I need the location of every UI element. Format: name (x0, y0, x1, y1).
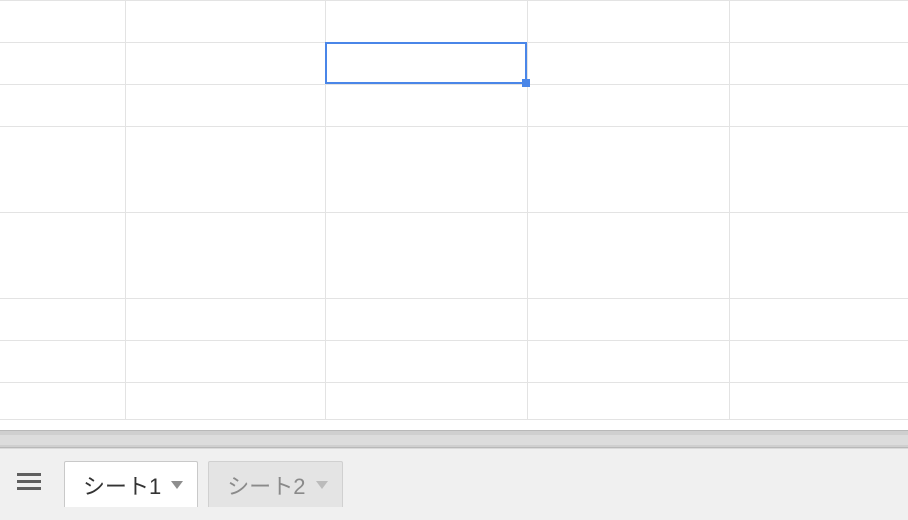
grid-row[interactable] (0, 340, 908, 382)
sheet-tab-1[interactable]: シート1 (64, 461, 198, 507)
grid-row[interactable] (0, 126, 908, 212)
grid-row[interactable] (0, 84, 908, 126)
caret-down-icon[interactable] (171, 481, 183, 489)
all-sheets-button[interactable] (4, 461, 54, 507)
grid-row[interactable] (0, 382, 908, 420)
grid-row[interactable] (0, 0, 908, 42)
sheet-tab-label: シート1 (83, 469, 161, 501)
spreadsheet-grid[interactable] (0, 0, 908, 420)
caret-down-icon[interactable] (316, 481, 328, 489)
selected-cell[interactable] (325, 42, 527, 84)
sheet-tab-bar: シート1 シート2 (0, 448, 908, 520)
grid-row[interactable] (0, 298, 908, 340)
sheet-tab-2[interactable]: シート2 (208, 461, 342, 507)
horizontal-scrollbar[interactable] (0, 430, 908, 448)
menu-icon (17, 473, 41, 496)
grid-row[interactable] (0, 212, 908, 298)
fill-handle[interactable] (522, 79, 530, 87)
sheet-tab-label: シート2 (227, 469, 305, 501)
